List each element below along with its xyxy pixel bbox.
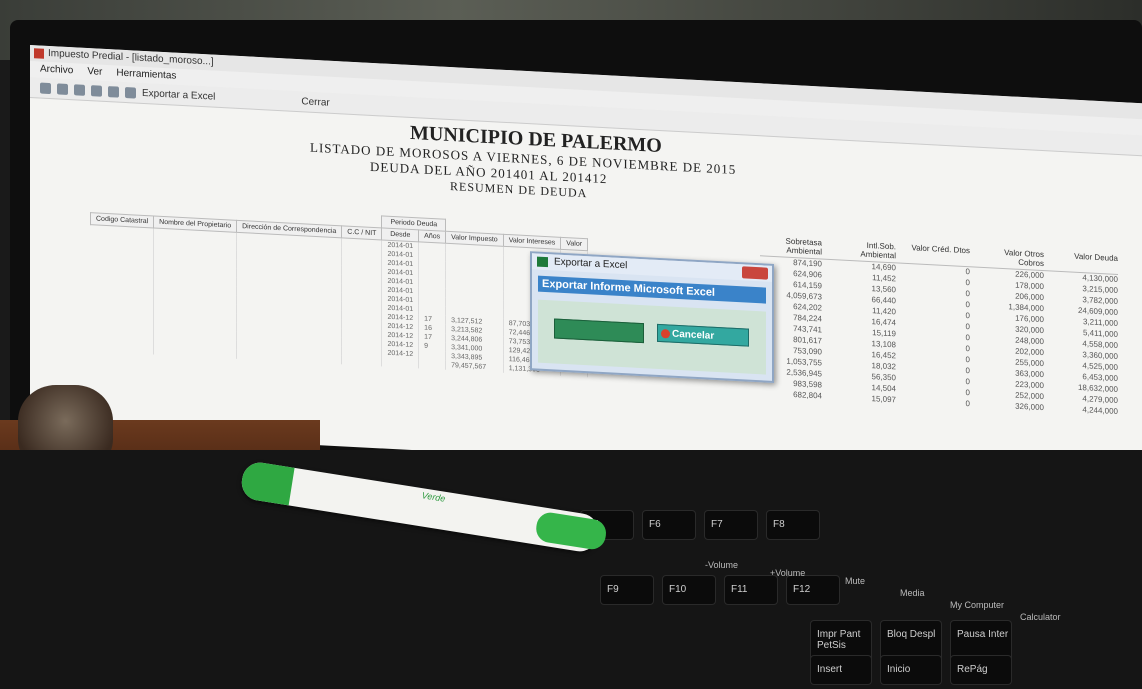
volume-up-label[interactable]: +Volume — [770, 568, 805, 578]
right-cell: 4,244,000 — [1082, 405, 1118, 417]
total-cell — [381, 357, 419, 369]
right-cell: 326,000 — [1015, 401, 1044, 413]
close-report-button[interactable]: Cerrar — [301, 96, 329, 108]
key-label: Pausa Inter — [957, 629, 1009, 640]
key-label: F12 — [793, 584, 811, 595]
right-cell: 682,804 — [793, 389, 822, 401]
key-label: Bloq Despl — [887, 629, 936, 640]
excel-icon[interactable] — [125, 86, 136, 99]
key-label: Inicio — [887, 664, 911, 675]
key-f6[interactable]: F6 — [642, 510, 696, 540]
right-cell: 0 — [965, 399, 970, 409]
my-computer-label[interactable]: My Computer — [950, 600, 1004, 610]
total-cell — [341, 355, 382, 367]
key-home[interactable]: Inicio — [880, 655, 942, 685]
cancel-icon — [661, 329, 670, 339]
key-f8[interactable]: F8 — [766, 510, 820, 540]
fkey-row-2: F9 F10 F11 F12 — [20, 575, 840, 605]
keyboard: F5 F6 F7 F8 F9 F10 F11 F12 Impr Pant Pet… — [0, 450, 1142, 689]
zoom-icon[interactable] — [91, 84, 102, 97]
total-cell: 79,457,567 — [445, 360, 504, 373]
menu-herramientas[interactable]: Herramientas — [116, 66, 176, 85]
nav-row: Impr Pant PetSis Bloq Despl Pausa Inter — [20, 620, 1012, 662]
key-label: F9 — [607, 584, 619, 595]
key-f10[interactable]: F10 — [662, 575, 716, 605]
first-page-icon[interactable] — [40, 82, 51, 94]
mute-label[interactable]: Mute — [845, 576, 865, 586]
export-dialog: Exportar a Excel Exportar Informe Micros… — [530, 251, 774, 383]
col-header: Intl.Sob. Ambiental — [860, 240, 896, 261]
marker-label: Verde — [421, 490, 447, 504]
media-label[interactable]: Media — [900, 588, 925, 598]
col-header: Sobretasa Ambiental — [785, 236, 822, 257]
export-excel-button[interactable]: Exportar a Excel — [142, 87, 215, 102]
prev-page-icon[interactable] — [57, 82, 68, 95]
total-cell — [90, 342, 154, 355]
key-label: F8 — [773, 519, 785, 530]
key-pageup[interactable]: RePág — [950, 655, 1012, 685]
key-label: F10 — [669, 584, 687, 595]
nav-row-2: Insert Inicio RePág — [20, 655, 1012, 685]
key-f11[interactable]: F11 — [724, 575, 778, 605]
close-icon[interactable] — [742, 266, 768, 280]
col-header: Valor Otros Cobros — [1004, 248, 1044, 269]
debt-table: Periodo Deuda Codigo Catastral Nombre de… — [90, 200, 588, 378]
print-icon[interactable] — [74, 83, 85, 96]
volume-down-label[interactable]: -Volume — [705, 560, 738, 570]
key-insert[interactable]: Insert — [810, 655, 872, 685]
menu-ver[interactable]: Ver — [87, 64, 102, 81]
key-label: Impr Pant PetSis — [817, 629, 861, 651]
key-f9[interactable]: F9 — [600, 575, 654, 605]
app-icon — [34, 48, 44, 59]
key-label: RePág — [957, 664, 988, 675]
right-columns: Sobretasa Ambiental Intl.Sob. Ambiental … — [760, 235, 1118, 418]
excel-icon — [537, 256, 548, 268]
key-label: F11 — [731, 584, 748, 595]
menu-archivo[interactable]: Archivo — [40, 62, 73, 80]
col-header: Valor Créd. Dtos — [911, 243, 970, 256]
calculator-label[interactable]: Calculator — [1020, 612, 1061, 622]
key-label: Insert — [817, 664, 843, 675]
search-icon[interactable] — [108, 85, 119, 98]
key-f7[interactable]: F7 — [704, 510, 758, 540]
key-label: F6 — [649, 519, 661, 530]
total-cell — [418, 359, 446, 370]
right-cell: 15,097 — [871, 394, 896, 405]
key-label: F7 — [711, 519, 723, 530]
key-f12[interactable]: F12 — [786, 575, 840, 605]
col-header: Valor Deuda — [1074, 251, 1118, 264]
cancel-label: Cancelar — [672, 328, 715, 342]
dialog-title: Exportar a Excel — [554, 256, 628, 272]
